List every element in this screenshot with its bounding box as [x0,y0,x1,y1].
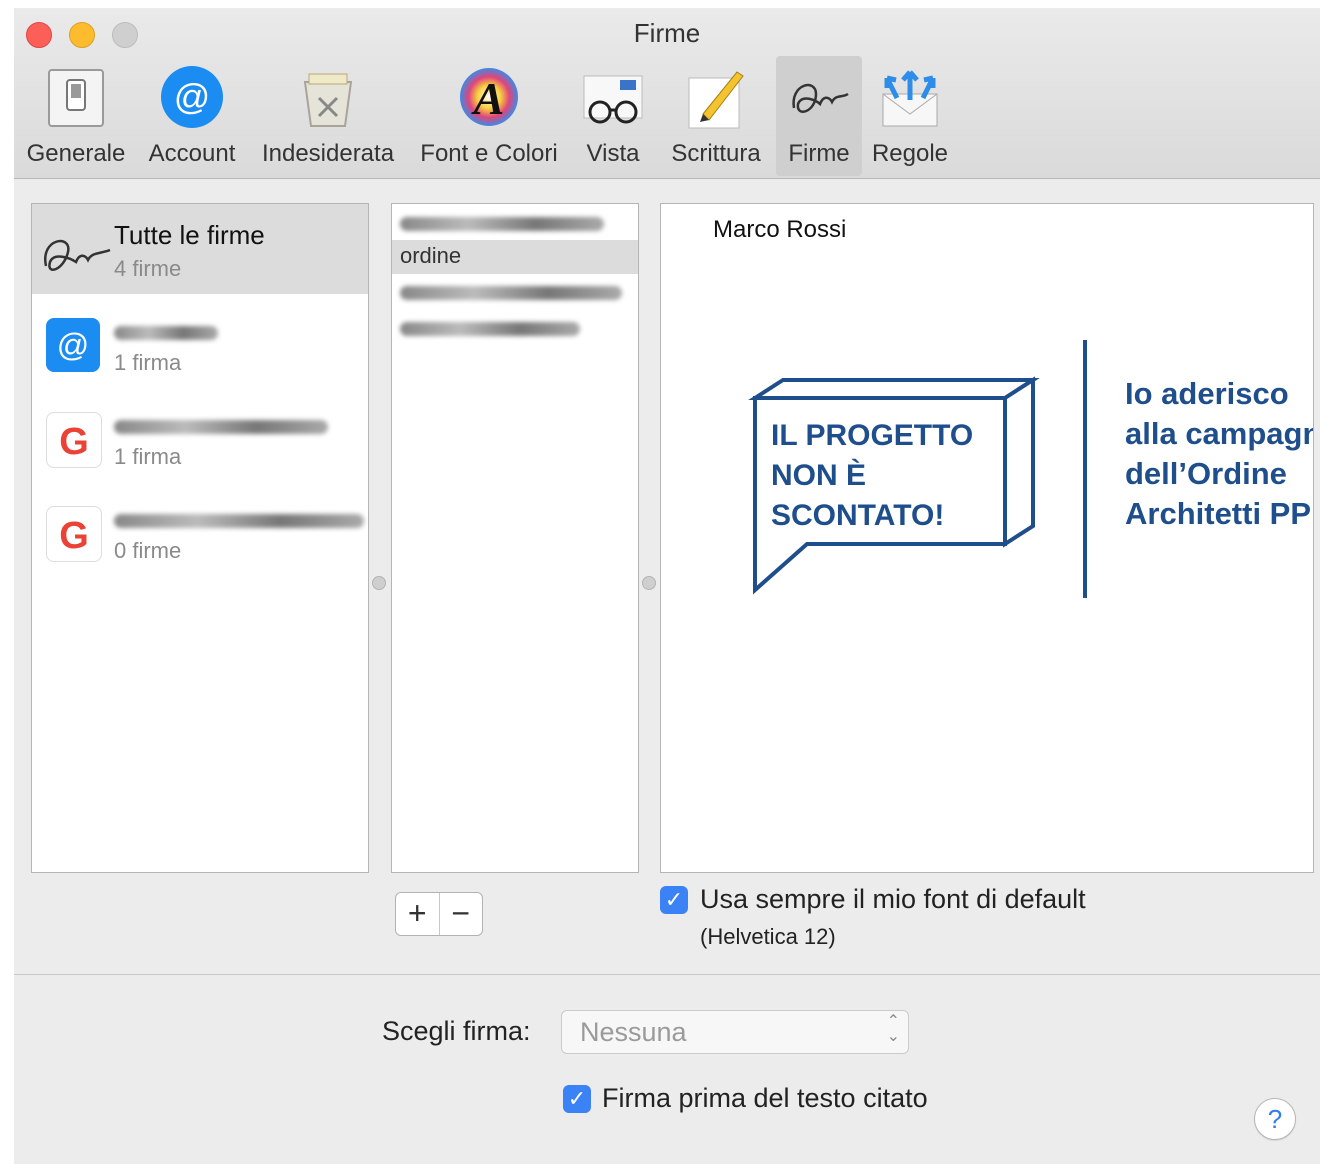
redacted-account-name [114,326,218,340]
rules-icon [877,64,943,130]
splitter-handle[interactable] [372,576,386,590]
remove-signature-button[interactable]: − [440,893,483,935]
signature-row[interactable] [392,274,638,308]
signature-preview[interactable]: Marco Rossi IL PROGETTO NON È SCONTATO! … [660,203,1314,873]
above-quote-label: Firma prima del testo citato [602,1083,928,1113]
preferences-window: Firme Generale @ Account Indesiderata A [14,8,1320,1164]
add-signature-button[interactable]: + [396,893,440,935]
add-remove-control: + − [395,892,483,936]
redacted-signature-name [400,286,622,300]
svg-text:@: @ [57,327,89,363]
svg-text:@: @ [174,76,211,117]
choose-signature-select[interactable]: Nessuna ⌃ ⌄ [561,1010,909,1054]
tab-scrittura[interactable]: Scrittura [664,56,768,176]
default-font-note: (Helvetica 12) [700,924,836,949]
signature-icon [786,64,852,130]
tab-generale[interactable]: Generale [24,56,128,176]
at-icon: @ [159,64,225,130]
svg-text:A: A [471,73,505,124]
window-title: Firme [633,18,701,48]
signature-row[interactable] [392,206,638,240]
signature-row[interactable] [392,310,638,344]
redacted-signature-name [400,322,580,336]
tab-indesiderata[interactable]: Indesiderata [256,56,400,176]
redacted-account-name [114,420,328,434]
help-button[interactable]: ? [1254,1098,1296,1140]
campaign-box-text: IL PROGETTO NON È SCONTATO! [771,419,974,532]
account-row[interactable]: G 1 firma [32,398,368,488]
font-colors-icon: A [456,64,522,130]
tab-regole[interactable]: Regole [870,56,950,176]
signature-name: Marco Rossi [713,216,847,243]
google-icon: G [46,506,102,562]
signature-icon [38,224,112,278]
google-icon: G [46,412,102,468]
pencil-icon [683,64,749,130]
redacted-signature-name [400,217,604,231]
default-font-label: Usa sempre il mio font di default [700,884,1086,914]
redacted-account-name [114,514,364,528]
default-font-checkbox[interactable]: ✓ [660,886,688,914]
tab-firme[interactable]: Firme [776,56,862,176]
toolbar: Firme Generale @ Account Indesiderata A [14,8,1320,179]
glasses-icon [580,64,646,130]
junk-icon [295,64,361,130]
section-divider [14,974,1320,975]
choose-signature-label: Scegli firma: [382,1016,531,1046]
tab-font-colori[interactable]: A Font e Colori [414,56,564,176]
account-row-all-signatures[interactable]: Tutte le firme 4 firme [32,204,368,294]
tab-vista[interactable]: Vista [578,56,648,176]
accounts-list[interactable]: Tutte le firme 4 firme @ 1 firma G 1 fir… [31,203,369,873]
campaign-side-text: Io aderisco alla campagna dell’Ordine Ar… [1125,376,1313,531]
vertical-divider [1083,340,1087,598]
above-quote-checkbox[interactable]: ✓ [563,1085,591,1113]
svg-text:G: G [59,515,89,557]
account-row[interactable]: @ 1 firma [32,304,368,394]
signatures-list[interactable]: ordine [391,203,639,873]
splitter-handle[interactable] [642,576,656,590]
tab-account[interactable]: @ Account [142,56,242,176]
svg-text:G: G [59,421,89,463]
switch-icon [43,64,109,130]
account-row[interactable]: G 0 firme [32,492,368,582]
chevron-updown-icon: ⌃ ⌄ [886,1013,900,1045]
signature-row-selected[interactable]: ordine [392,240,638,274]
at-icon: @ [46,318,100,372]
